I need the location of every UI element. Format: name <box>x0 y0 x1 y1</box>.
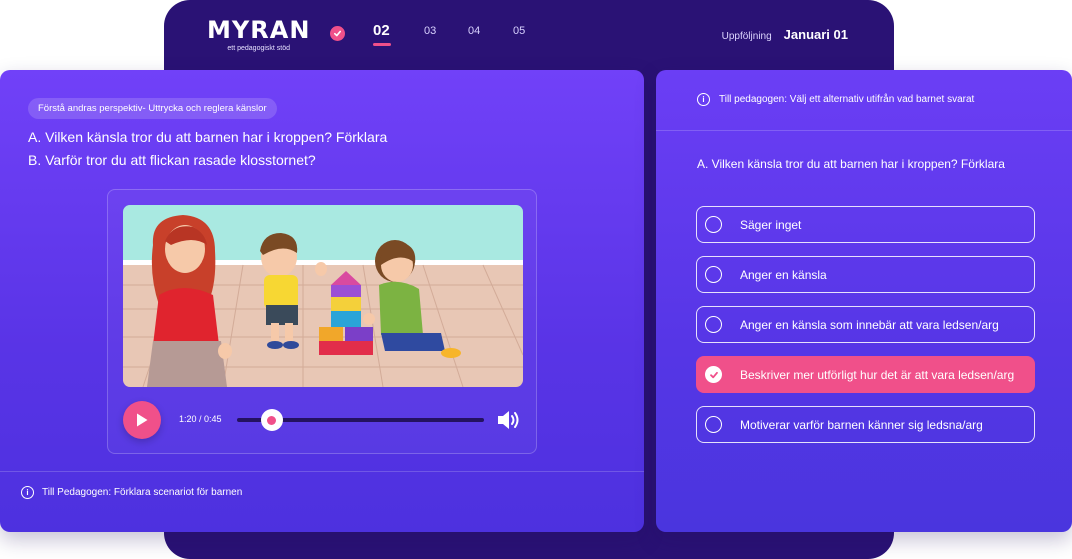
video-scene-illustration[interactable] <box>123 205 523 387</box>
divider <box>656 130 1072 131</box>
radio-icon <box>705 416 722 433</box>
check-icon <box>705 366 722 383</box>
radio-icon <box>705 316 722 333</box>
volume-button[interactable] <box>496 408 522 432</box>
answer-option-label: Anger en känsla <box>740 267 827 282</box>
step-completed-check-icon[interactable] <box>330 26 345 41</box>
step-03[interactable]: 03 <box>424 25 436 37</box>
answer-option-selected[interactable]: Beskriver mer utförligt hur det är att v… <box>696 356 1035 393</box>
answer-option-label: Motiverar varför barnen känner sig ledsn… <box>740 417 983 432</box>
logo-subtitle: ett pedagogiskt stöd <box>227 45 291 52</box>
radio-icon <box>705 266 722 283</box>
volume-icon <box>498 411 519 429</box>
answer-option[interactable]: Anger en känsla <box>696 256 1035 293</box>
play-button[interactable] <box>123 401 161 439</box>
answer-option-label: Beskriver mer utförligt hur det är att v… <box>740 367 1015 382</box>
question-a: A. Vilken känsla tror du att barnen har … <box>28 129 388 145</box>
pedagogue-hint-right: i Till pedagogen: Välj ett alternativ ut… <box>697 93 974 106</box>
scenario-panel: Förstå andras perspektiv- Uttrycka och r… <box>0 70 644 532</box>
video-player: 1:20 / 0:45 <box>107 189 537 454</box>
divider <box>0 471 644 472</box>
pedagogue-instruction-text: Till pedagogen: Välj ett alternativ utif… <box>719 94 975 105</box>
step-02[interactable]: 02 <box>373 22 390 39</box>
video-time: 1:20 / 0:45 <box>179 414 222 424</box>
answer-option-label: Anger en känsla som innebär att vara led… <box>740 317 999 332</box>
answer-option[interactable]: Anger en känsla som innebär att vara led… <box>696 306 1035 343</box>
answer-option-label: Säger inget <box>740 217 802 232</box>
answer-option[interactable]: Motiverar varför barnen känner sig ledsn… <box>696 406 1035 443</box>
answer-panel: i Till pedagogen: Välj ett alternativ ut… <box>656 70 1072 532</box>
answer-options: Säger inget Anger en känsla Anger en kän… <box>696 206 1035 456</box>
followup-date: Januari 01 <box>783 27 848 42</box>
info-icon: i <box>697 93 710 106</box>
pedagogue-hint-left: i Till Pedagogen: Förklara scenariot för… <box>21 486 242 499</box>
video-controls: 1:20 / 0:45 <box>123 401 523 441</box>
question-b: B. Varför tror du att flickan rasade klo… <box>28 152 316 168</box>
topic-chip: Förstå andras perspektiv- Uttrycka och r… <box>28 98 277 119</box>
answer-question: A. Vilken känsla tror du att barnen har … <box>697 157 1005 171</box>
logo-text: MYRAN <box>207 16 311 44</box>
pedagogue-hint-text: Till Pedagogen: Förklara scenariot för b… <box>42 487 243 498</box>
answer-option[interactable]: Säger inget <box>696 206 1035 243</box>
active-step-indicator <box>373 43 391 46</box>
followup-info: Uppföljning Januari 01 <box>722 27 848 42</box>
info-icon: i <box>21 486 34 499</box>
video-scrubber-handle[interactable] <box>260 409 283 431</box>
step-05[interactable]: 05 <box>513 25 525 37</box>
logo: MYRAN ett pedagogiskt stöd <box>207 16 310 52</box>
followup-label: Uppföljning <box>721 31 772 42</box>
play-icon <box>137 413 148 427</box>
step-04[interactable]: 04 <box>468 25 480 37</box>
radio-icon <box>705 216 722 233</box>
